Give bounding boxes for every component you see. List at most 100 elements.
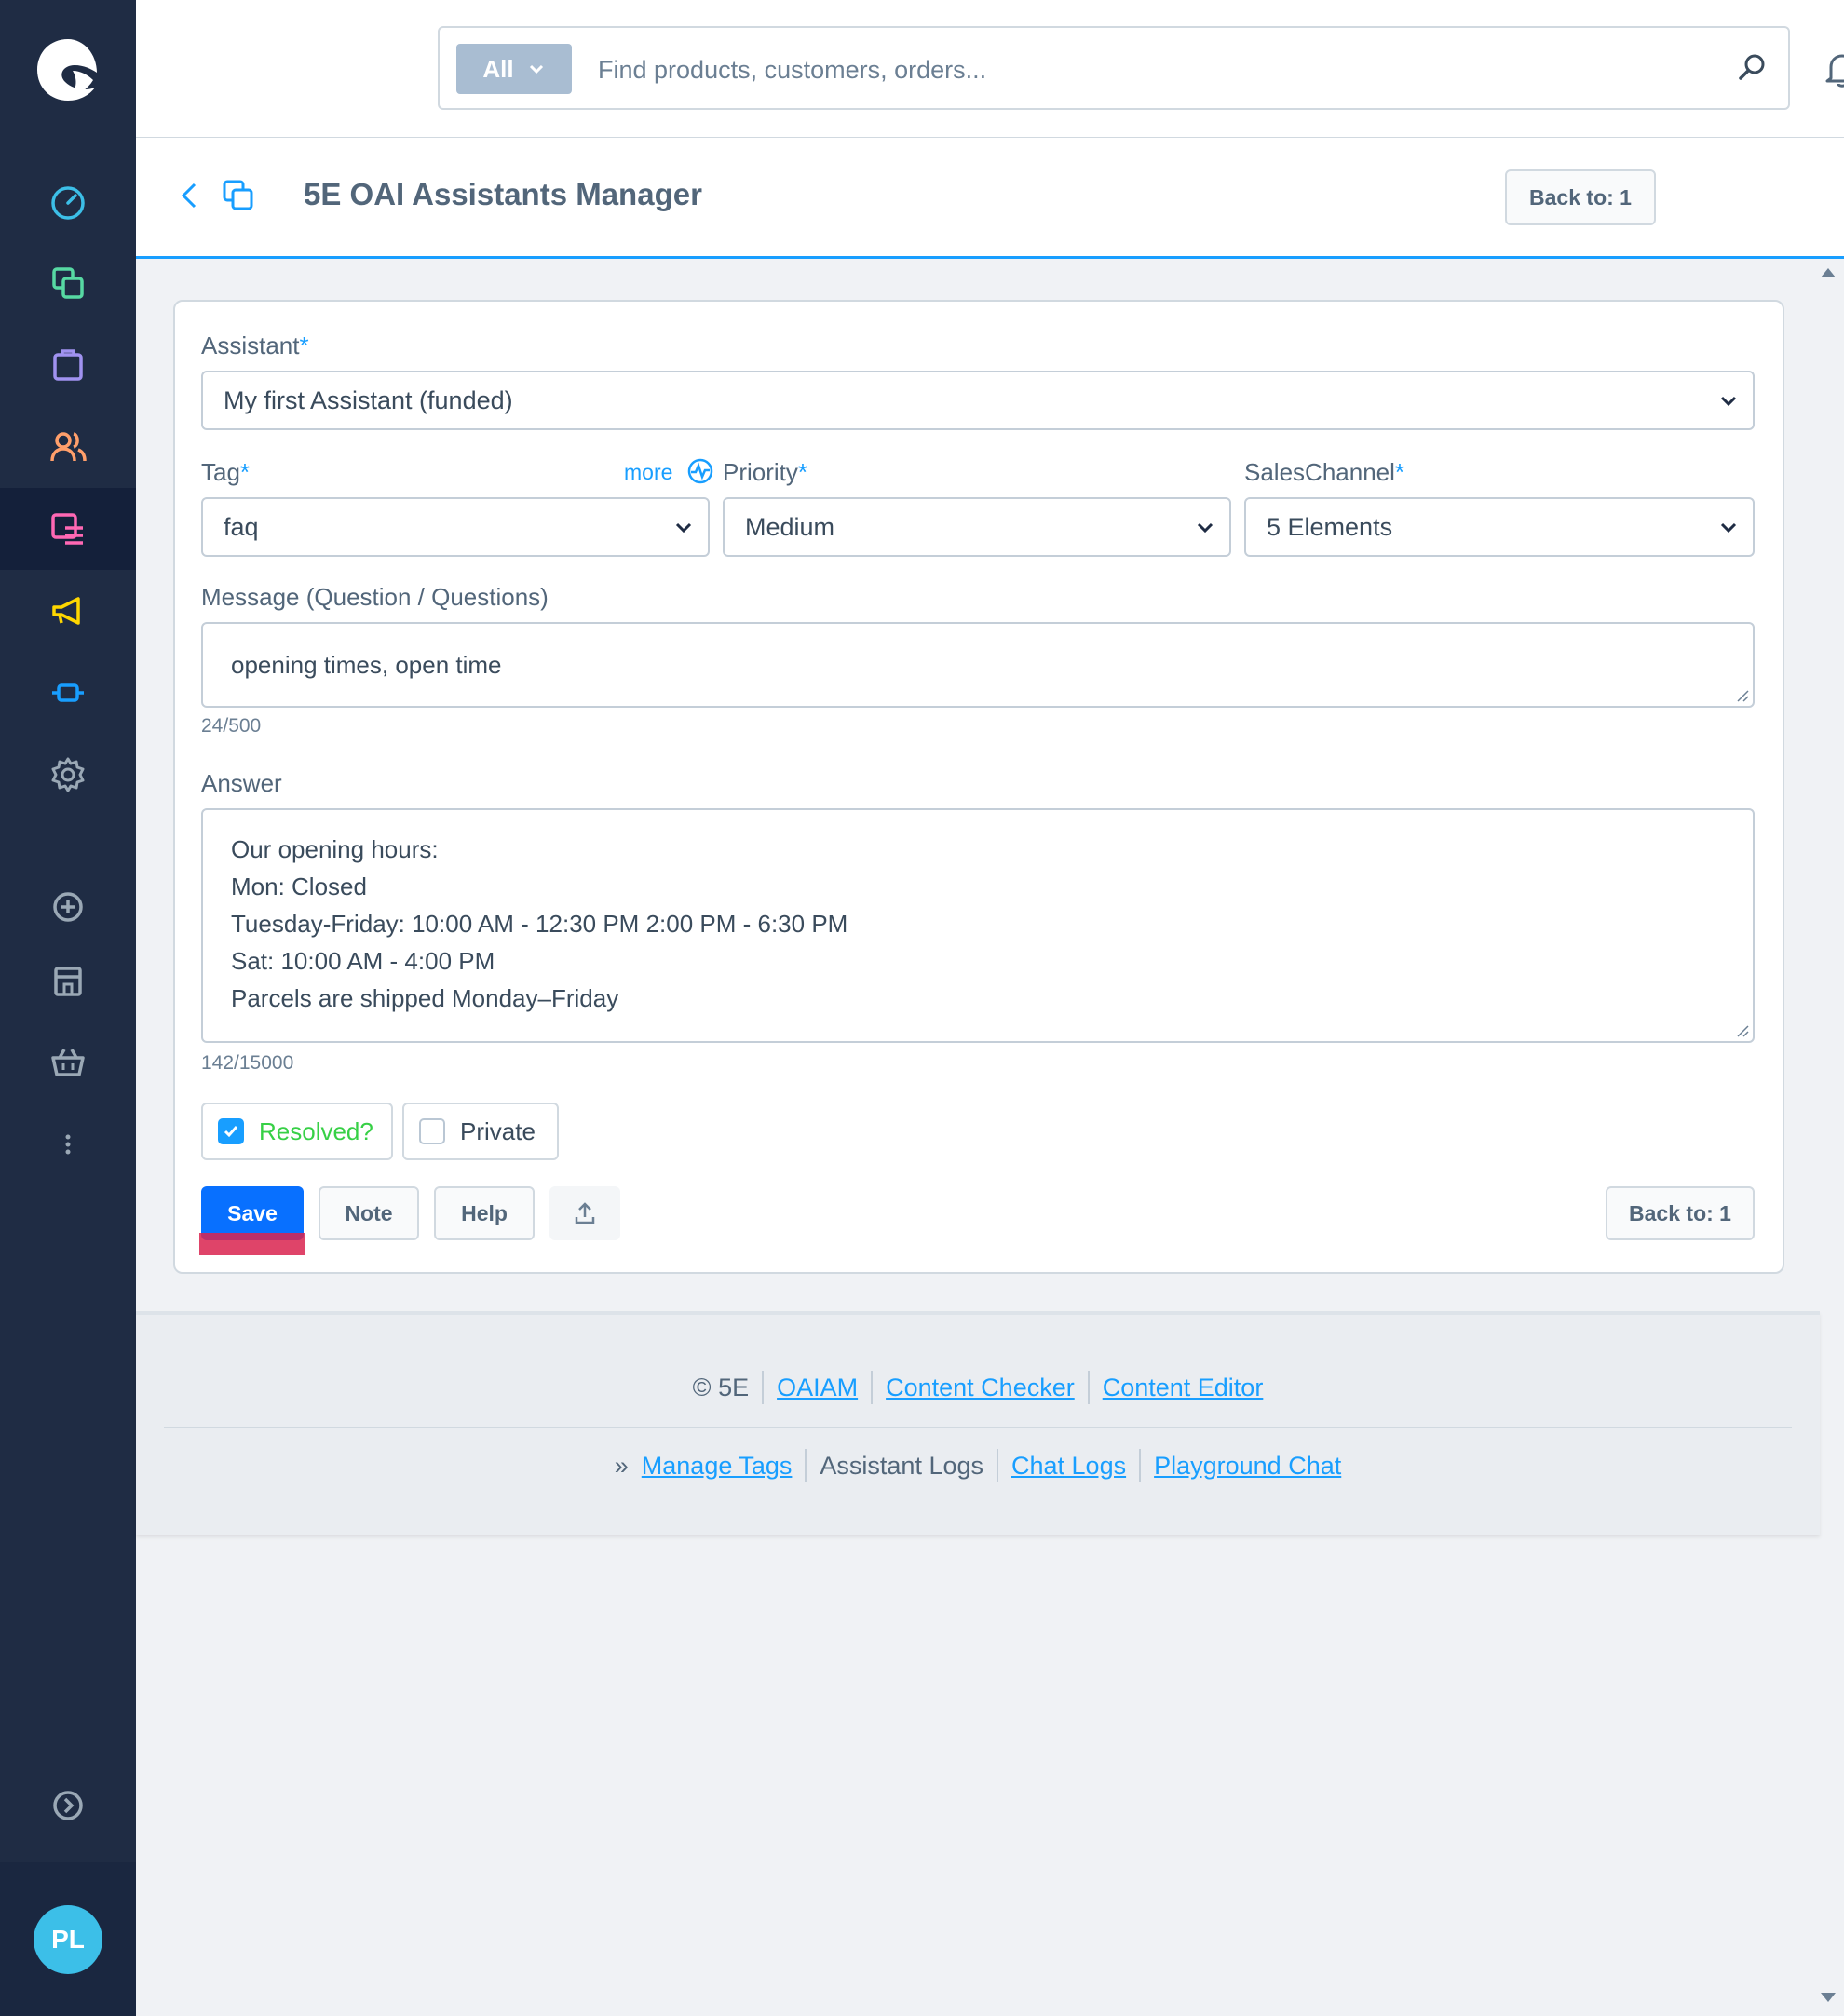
page-title: 5E OAI Assistants Manager <box>304 177 702 211</box>
checkbox-empty-icon <box>419 1118 445 1144</box>
footer-link-content-checker[interactable]: Content Checker <box>886 1373 1075 1402</box>
resize-handle-icon[interactable] <box>1734 687 1749 702</box>
extensions-icon <box>52 683 84 702</box>
avatar[interactable]: PL <box>34 1905 102 1974</box>
activity-icon[interactable] <box>685 456 715 486</box>
chevron-down-icon <box>1720 522 1737 534</box>
search-bar: All <box>438 26 1790 110</box>
top-bar: All <box>136 0 1844 138</box>
answer-line: Parcels are shipped Monday–Friday <box>231 984 619 1012</box>
search-icon[interactable] <box>1734 48 1771 86</box>
footer-copyright: © 5E <box>692 1373 750 1401</box>
search-input[interactable] <box>598 45 1678 95</box>
message-label: Message (Question / Questions) <box>201 583 549 611</box>
priority-select[interactable]: Medium <box>723 497 1231 557</box>
chevron-down-icon <box>1197 522 1214 534</box>
upload-button[interactable] <box>549 1186 620 1240</box>
resolved-checkbox[interactable]: Resolved? <box>201 1103 393 1160</box>
footer-link-chat-logs[interactable]: Chat Logs <box>1011 1452 1126 1481</box>
sales-channel-select[interactable]: 5 Elements <box>1244 497 1755 557</box>
answer-char-counter: 142/15000 <box>201 1052 294 1074</box>
sales-channel-select-value: 5 Elements <box>1267 512 1393 541</box>
assistant-select-value: My first Assistant (funded) <box>224 386 513 414</box>
content-area: Assistant* My first Assistant (funded) T… <box>136 259 1820 2016</box>
sidebar-item-marketing[interactable] <box>0 570 136 652</box>
footer-separator <box>1087 1371 1090 1404</box>
help-button[interactable]: Help <box>434 1186 535 1240</box>
footer-divider <box>164 1427 1792 1428</box>
assistant-select[interactable]: My first Assistant (funded) <box>201 371 1755 430</box>
sidebar: PL <box>0 0 136 2016</box>
sidebar-item-more[interactable] <box>0 1103 136 1185</box>
back-arrow-icon[interactable] <box>171 177 209 214</box>
private-checkbox[interactable]: Private <box>402 1103 559 1160</box>
sidebar-expand-toggle[interactable] <box>0 1765 136 1847</box>
priority-select-value: Medium <box>745 512 835 541</box>
answer-textarea[interactable]: Our opening hours: Mon: Closed Tuesday-F… <box>201 808 1755 1043</box>
answer-line: Our opening hours: <box>231 835 439 863</box>
scroll-up-arrow-icon[interactable] <box>1821 268 1836 277</box>
message-textarea[interactable]: opening times, open time <box>201 622 1755 708</box>
answer-line: Tuesday-Friday: 10:00 AM - 12:30 PM 2:00… <box>231 910 848 938</box>
tag-select[interactable]: faq <box>201 497 710 557</box>
tag-more-link[interactable]: more <box>624 460 672 485</box>
sales-channel-label: SalesChannel* <box>1244 458 1405 486</box>
add-icon <box>53 892 83 922</box>
private-label: Private <box>460 1116 536 1145</box>
answer-label: Answer <box>201 769 282 797</box>
footer-links-row-2: » Manage Tags Assistant Logs Chat Logs P… <box>136 1449 1820 1482</box>
tag-select-value: faq <box>224 512 259 541</box>
more-icon <box>65 1134 71 1155</box>
footer-separator <box>997 1449 998 1482</box>
notification-bell-icon[interactable] <box>1822 48 1844 89</box>
sidebar-item-sales-channel-store[interactable] <box>0 940 136 1022</box>
message-char-counter: 24/500 <box>201 715 262 737</box>
assistant-form-card: Assistant* My first Assistant (funded) T… <box>173 300 1784 1274</box>
priority-label: Priority* <box>723 458 808 486</box>
answer-line: Mon: Closed <box>231 873 367 900</box>
sidebar-item-orders[interactable] <box>0 324 136 406</box>
message-text: opening times, open time <box>231 651 502 679</box>
footer-links-row-1: © 5E OAIAM Content Checker Content Edito… <box>136 1371 1820 1404</box>
footer-prefix: » <box>614 1451 629 1480</box>
content-icon <box>51 513 83 545</box>
footer: © 5E OAIAM Content Checker Content Edito… <box>136 1311 1820 1535</box>
chevron-down-icon <box>529 64 543 74</box>
chevron-down-icon <box>1720 396 1737 407</box>
upload-icon <box>575 1202 595 1224</box>
page-header: 5E OAI Assistants Manager Back to: 1 <box>136 138 1844 259</box>
sidebar-item-customers[interactable] <box>0 406 136 488</box>
scroll-down-arrow-icon[interactable] <box>1821 1993 1836 2002</box>
footer-separator <box>1139 1449 1142 1482</box>
duplicate-icon[interactable] <box>220 177 257 214</box>
dashboard-icon <box>51 186 85 220</box>
sidebar-item-catalogues[interactable] <box>0 242 136 324</box>
footer-link-content-editor[interactable]: Content Editor <box>1103 1373 1264 1402</box>
back-to-button-form[interactable]: Back to: 1 <box>1606 1186 1755 1240</box>
resolved-label: Resolved? <box>259 1116 373 1145</box>
back-to-button-header[interactable]: Back to: 1 <box>1505 169 1656 225</box>
store-icon <box>54 967 82 996</box>
sidebar-item-add[interactable] <box>0 866 136 948</box>
marketing-icon <box>52 597 80 625</box>
footer-link-manage-tags[interactable]: Manage Tags <box>642 1452 793 1481</box>
search-scope-dropdown[interactable]: All <box>456 44 572 94</box>
footer-separator <box>871 1371 874 1404</box>
settings-icon <box>51 757 85 792</box>
sidebar-item-extensions[interactable] <box>0 652 136 734</box>
resize-handle-icon[interactable] <box>1734 1022 1749 1037</box>
sidebar-item-settings[interactable] <box>0 734 136 816</box>
customers-icon <box>50 432 87 462</box>
orders-icon <box>53 349 83 381</box>
expand-icon <box>53 1791 83 1820</box>
footer-link-playground-chat[interactable]: Playground Chat <box>1154 1452 1341 1481</box>
sidebar-item-content[interactable] <box>0 488 136 570</box>
tag-label: Tag* <box>201 458 251 486</box>
shopware-logo-icon[interactable] <box>32 34 104 106</box>
footer-link-oaiam[interactable]: OAIAM <box>777 1373 858 1402</box>
sidebar-item-sales-channel-basket[interactable] <box>0 1022 136 1103</box>
note-button[interactable]: Note <box>319 1186 419 1240</box>
sidebar-item-dashboard[interactable] <box>0 161 136 243</box>
assistant-label: Assistant* <box>201 331 309 359</box>
save-annotation-mark <box>199 1233 305 1255</box>
